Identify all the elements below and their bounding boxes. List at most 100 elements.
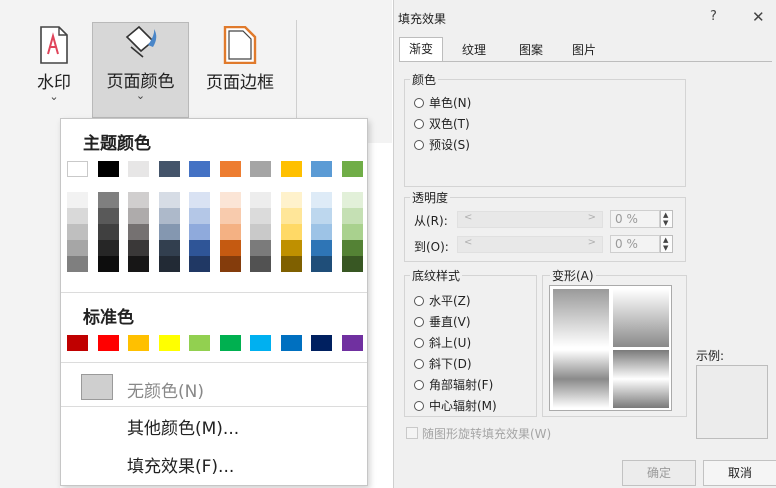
standard-color-swatch[interactable] [128,335,149,351]
help-button[interactable]: ? [710,9,717,24]
radio-diagonal-up[interactable]: 斜上(U) [414,334,471,351]
theme-color-swatch[interactable] [311,161,332,177]
theme-shade-swatch[interactable] [311,192,332,208]
theme-shade-swatch[interactable] [97,192,119,208]
to-percent-input[interactable]: 0 % [610,235,660,253]
theme-shade-swatch[interactable] [189,192,210,208]
from-percent-input[interactable]: 0 % [610,210,660,228]
theme-shade-swatch[interactable] [189,224,210,240]
tab-pattern[interactable]: 图案 [511,39,551,61]
more-colors-item[interactable]: 其他颜色(M)... [127,414,239,439]
theme-color-swatch[interactable] [250,161,271,177]
to-spinner[interactable]: ▲ ▼ [660,235,673,253]
no-color-item[interactable]: 无颜色(N) [61,371,367,405]
variant-2[interactable] [613,289,669,347]
standard-color-swatch[interactable] [219,335,241,351]
theme-shade-swatch[interactable] [280,240,302,256]
standard-color-swatch[interactable] [311,335,332,351]
theme-shade-swatch[interactable] [97,256,119,272]
standard-color-swatch[interactable] [97,335,119,351]
tab-gradient[interactable]: 渐变 [399,37,443,62]
theme-shade-swatch[interactable] [67,224,88,240]
theme-shade-swatch[interactable] [158,192,180,208]
theme-color-swatch[interactable] [97,161,119,177]
from-spinner[interactable]: ▲ ▼ [660,210,673,228]
page-color-button[interactable]: 页面颜色 ⌄ [92,22,189,118]
standard-color-swatch[interactable] [67,335,88,351]
theme-shade-swatch[interactable] [250,240,271,256]
theme-shade-swatch[interactable] [67,256,88,272]
cancel-button[interactable]: 取消 [703,460,776,486]
theme-shade-swatch[interactable] [128,256,149,272]
theme-shade-swatch[interactable] [250,224,271,240]
standard-color-swatch[interactable] [158,335,180,351]
from-slider[interactable]: < > [457,211,603,228]
theme-shade-swatch[interactable] [128,224,149,240]
theme-shade-swatch[interactable] [341,192,363,208]
theme-shade-swatch[interactable] [341,256,363,272]
theme-color-swatch[interactable] [341,161,363,177]
theme-shade-swatch[interactable] [158,240,180,256]
theme-shade-swatch[interactable] [189,256,210,272]
to-slider[interactable]: < > [457,236,603,253]
theme-shade-swatch[interactable] [280,256,302,272]
watermark-button[interactable]: 水印 ⌄ [26,24,82,116]
radio-horizontal[interactable]: 水平(Z) [414,292,471,309]
theme-shade-swatch[interactable] [311,256,332,272]
theme-shade-swatch[interactable] [67,208,88,224]
page-border-button[interactable]: 页面边框 [194,24,286,116]
theme-shade-swatch[interactable] [280,208,302,224]
variant-3[interactable] [553,350,609,408]
theme-shade-swatch[interactable] [158,208,180,224]
theme-shade-swatch[interactable] [341,208,363,224]
theme-shade-swatch[interactable] [250,192,271,208]
close-icon[interactable]: ✕ [752,8,765,26]
theme-color-swatch[interactable] [128,161,149,177]
theme-shade-swatch[interactable] [250,256,271,272]
theme-shade-swatch[interactable] [341,240,363,256]
theme-shade-swatch[interactable] [219,224,241,240]
theme-shade-swatch[interactable] [97,240,119,256]
theme-shade-swatch[interactable] [219,240,241,256]
theme-shade-swatch[interactable] [128,208,149,224]
theme-shade-swatch[interactable] [311,240,332,256]
theme-shade-swatch[interactable] [341,224,363,240]
theme-shade-swatch[interactable] [158,256,180,272]
theme-shade-swatch[interactable] [189,240,210,256]
theme-shade-swatch[interactable] [97,224,119,240]
theme-shade-swatch[interactable] [189,208,210,224]
theme-shade-swatch[interactable] [158,224,180,240]
radio-preset[interactable]: 预设(S) [414,136,470,153]
theme-shade-swatch[interactable] [280,192,302,208]
theme-shade-swatch[interactable] [250,208,271,224]
theme-color-swatch[interactable] [158,161,180,177]
radio-one-color[interactable]: 单色(N) [414,94,471,111]
theme-shade-swatch[interactable] [128,240,149,256]
standard-color-swatch[interactable] [189,335,210,351]
radio-from-center[interactable]: 中心辐射(M) [414,397,497,414]
variant-4[interactable] [613,350,669,408]
theme-color-swatch[interactable] [219,161,241,177]
ok-button[interactable]: 确定 [622,460,696,486]
standard-color-swatch[interactable] [250,335,271,351]
theme-shade-swatch[interactable] [219,256,241,272]
theme-shade-swatch[interactable] [311,224,332,240]
theme-color-swatch[interactable] [280,161,302,177]
standard-color-swatch[interactable] [280,335,302,351]
theme-shade-swatch[interactable] [67,192,88,208]
radio-from-corner[interactable]: 角部辐射(F) [414,376,493,393]
theme-color-swatch[interactable] [189,161,210,177]
theme-shade-swatch[interactable] [280,224,302,240]
rotate-with-shape-checkbox[interactable]: 随图形旋转填充效果(W) [406,425,551,442]
tab-picture[interactable]: 图片 [564,39,604,61]
theme-shade-swatch[interactable] [219,208,241,224]
theme-shade-swatch[interactable] [219,192,241,208]
theme-shade-swatch[interactable] [67,240,88,256]
standard-color-swatch[interactable] [341,335,363,351]
theme-shade-swatch[interactable] [128,192,149,208]
fill-effects-item[interactable]: 填充效果(F)... [127,452,234,477]
radio-two-colors[interactable]: 双色(T) [414,115,470,132]
radio-diagonal-down[interactable]: 斜下(D) [414,355,472,372]
variant-1[interactable] [553,289,609,347]
theme-color-swatch[interactable] [67,161,88,177]
